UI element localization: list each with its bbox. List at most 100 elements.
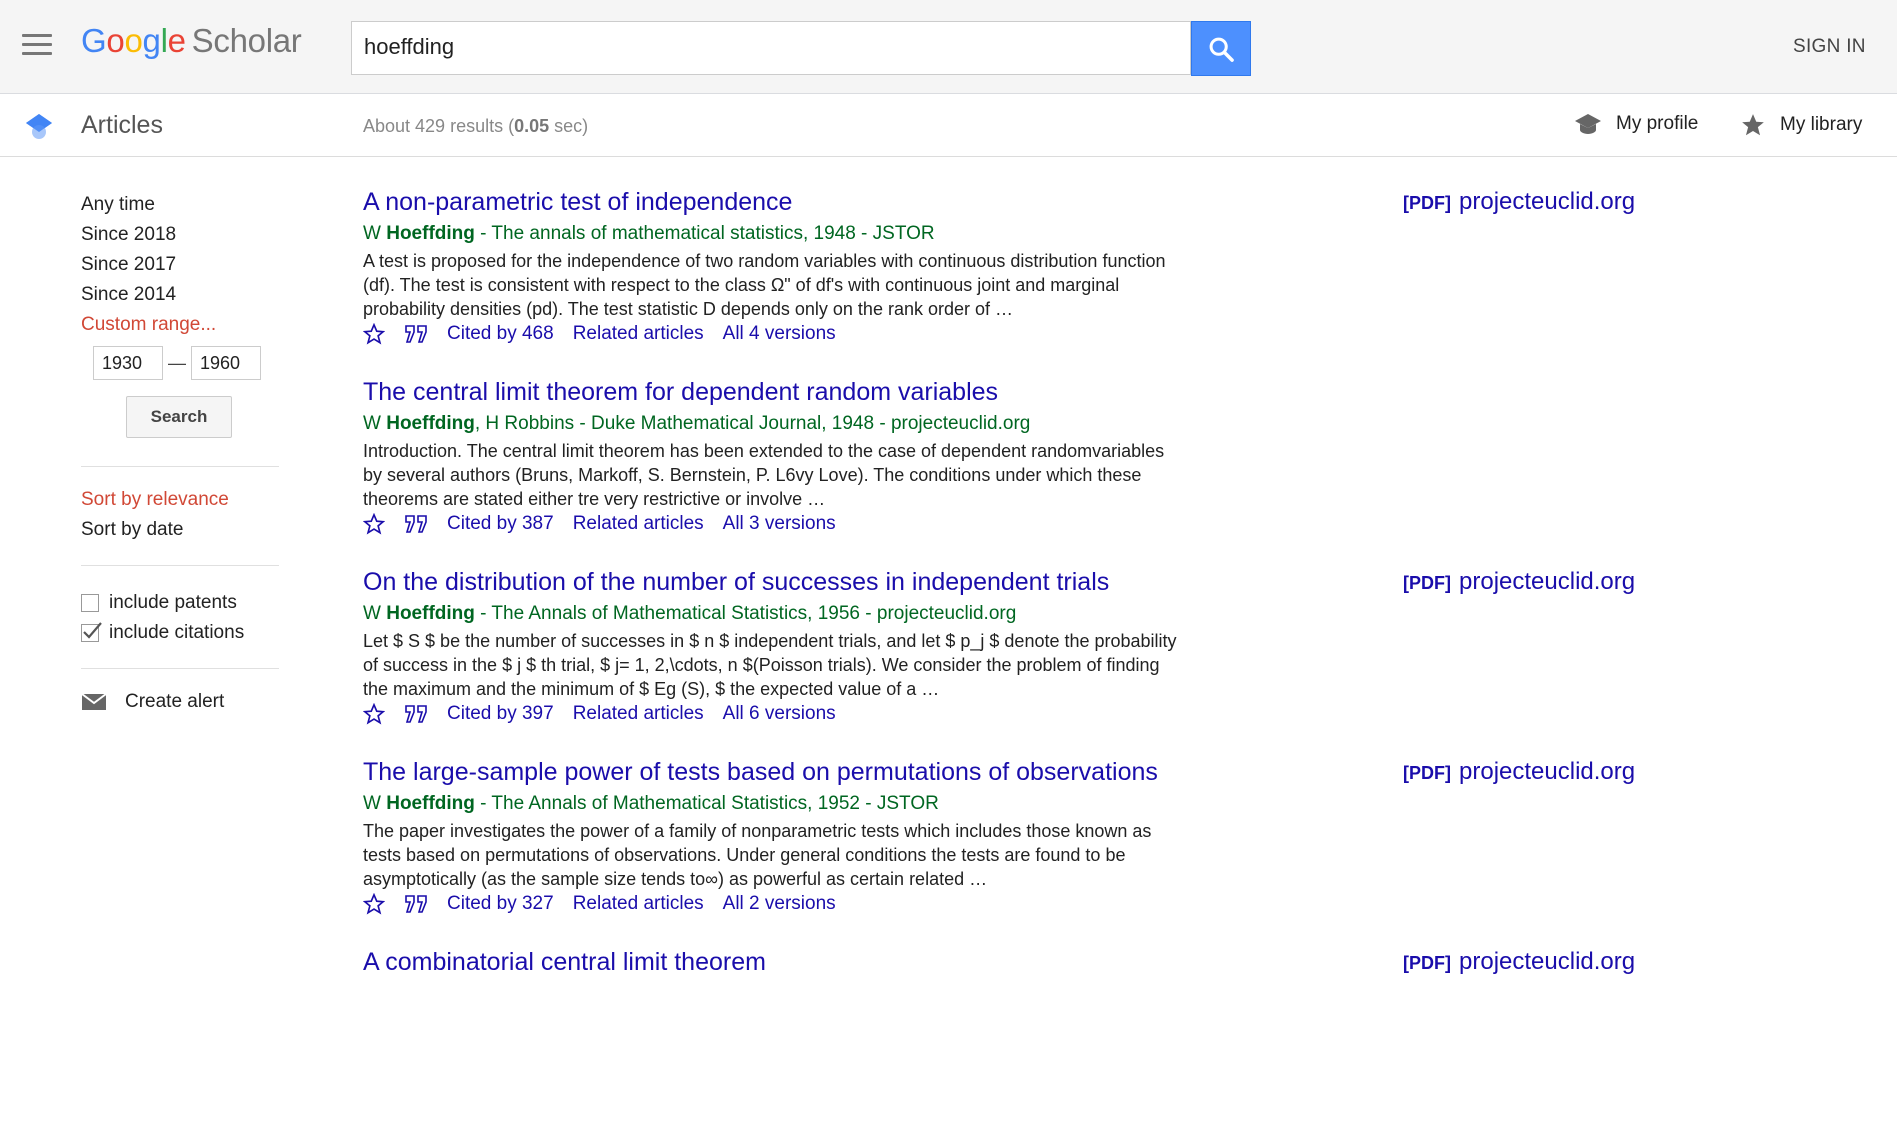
my-library-link[interactable]: My library (1740, 112, 1862, 138)
save-star-button[interactable] (363, 513, 385, 535)
save-star-button[interactable] (363, 893, 385, 915)
filter-since-2017[interactable]: Since 2017 (81, 250, 281, 280)
sidebar-divider (81, 668, 279, 669)
section-label-articles[interactable]: Articles (81, 111, 163, 140)
cite-button[interactable] (404, 894, 428, 914)
result-snippet: The paper investigates the power of a fa… (363, 821, 1152, 889)
pdf-source: projecteuclid.org (1459, 568, 1636, 595)
related-articles-link[interactable]: Related articles (573, 893, 704, 915)
cited-by-link[interactable]: Cited by 387 (447, 513, 554, 535)
result-item: The central limit theorem for dependent … (363, 378, 1663, 568)
all-versions-link[interactable]: All 6 versions (723, 703, 836, 725)
result-title-link[interactable]: A non-parametric test of independence (363, 188, 792, 217)
range-search-button[interactable]: Search (126, 396, 232, 438)
articles-cap-icon (26, 114, 52, 139)
cited-by-link[interactable]: Cited by 468 (447, 323, 554, 345)
pdf-link[interactable]: [PDF] projecteuclid.org (1403, 568, 1635, 596)
results-list: A non-parametric test of independence W … (363, 188, 1663, 1138)
include-patents-checkbox[interactable] (81, 594, 99, 612)
result-meta: W Hoeffding - The Annals of Mathematical… (363, 793, 1663, 815)
pdf-link[interactable]: [PDF] projecteuclid.org (1403, 948, 1635, 976)
result-title-link[interactable]: The large-sample power of tests based on… (363, 758, 1158, 787)
filter-custom-range[interactable]: Custom range... (81, 310, 281, 340)
result-title-link[interactable]: A combinatorial central limit theorem (363, 948, 766, 977)
quote-icon (405, 515, 427, 533)
result-item: A combinatorial central limit theorem [P… (363, 948, 1663, 1138)
result-title-link[interactable]: On the distribution of the number of suc… (363, 568, 1109, 597)
author-link[interactable]: Hoeffding (386, 413, 475, 434)
save-star-button[interactable] (363, 703, 385, 725)
sort-by-relevance[interactable]: Sort by relevance (81, 485, 281, 515)
search-button[interactable] (1191, 21, 1251, 76)
author-link[interactable]: Hoeffding (386, 603, 475, 624)
stats-time: 0.05 (514, 116, 550, 136)
stats-suffix: sec) (549, 116, 589, 136)
result-actions: Cited by 387 Related articles All 3 vers… (363, 513, 1663, 535)
custom-range-inputs: — (93, 346, 281, 380)
author-link[interactable]: Hoeffding (386, 793, 475, 814)
result-actions: Cited by 397 Related articles All 6 vers… (363, 703, 1663, 725)
filter-since-2014[interactable]: Since 2014 (81, 280, 281, 310)
cite-button[interactable] (404, 704, 428, 724)
cited-by-link[interactable]: Cited by 327 (447, 893, 554, 915)
my-profile-label: My profile (1616, 113, 1699, 134)
hamburger-menu-icon[interactable] (22, 34, 52, 58)
author-link[interactable]: Hoeffding (386, 223, 475, 244)
related-articles-link[interactable]: Related articles (573, 703, 704, 725)
meta-source: , H Robbins - Duke Mathematical Journal,… (474, 413, 1031, 434)
result-title-link[interactable]: The central limit theorem for dependent … (363, 378, 998, 407)
include-patents-option[interactable]: include patents (81, 588, 281, 618)
result-meta: W Hoeffding - The annals of mathematical… (363, 223, 1663, 245)
search-icon (1209, 37, 1234, 62)
star-filled-icon (1742, 114, 1764, 136)
cited-by-link[interactable]: Cited by 397 (447, 703, 554, 725)
search-input[interactable] (352, 22, 1176, 72)
stats-prefix: About 429 results ( (363, 116, 515, 136)
pdf-source: projecteuclid.org (1459, 948, 1636, 975)
create-alert-label: Create alert (125, 691, 225, 712)
sign-in-link[interactable]: SIGN IN (1793, 36, 1866, 58)
result-snippet: A test is proposed for the independence … (363, 251, 1166, 319)
related-articles-link[interactable]: Related articles (573, 513, 704, 535)
meta-source: - The Annals of Mathematical Statistics,… (474, 793, 939, 814)
sort-by-date[interactable]: Sort by date (81, 515, 281, 545)
checkmark-icon (83, 622, 102, 639)
pdf-tag: [PDF] (1403, 953, 1451, 973)
save-star-button[interactable] (363, 323, 385, 345)
quote-icon (405, 895, 427, 913)
sidebar-divider (81, 565, 279, 566)
pdf-link[interactable]: [PDF] projecteuclid.org (1403, 188, 1635, 216)
include-citations-option[interactable]: include citations (81, 618, 281, 648)
result-snippet: Introduction. The central limit theorem … (363, 441, 1165, 509)
my-library-label: My library (1780, 114, 1863, 135)
author-prefix: W (363, 413, 387, 434)
related-articles-link[interactable]: Related articles (573, 323, 704, 345)
cite-button[interactable] (404, 514, 428, 534)
google-scholar-logo[interactable]: Google Scholar (81, 22, 302, 60)
all-versions-link[interactable]: All 3 versions (723, 513, 836, 535)
envelope-icon (81, 693, 107, 710)
filter-any-time[interactable]: Any time (81, 190, 281, 220)
quote-icon (405, 325, 427, 343)
create-alert-link[interactable]: Create alert (81, 691, 281, 713)
range-from-input[interactable] (93, 346, 163, 380)
meta-source: - The annals of mathematical statistics,… (474, 223, 935, 244)
include-citations-checkbox[interactable] (81, 622, 102, 642)
cite-button[interactable] (404, 324, 428, 344)
result-actions: Cited by 468 Related articles All 4 vers… (363, 323, 1663, 345)
all-versions-link[interactable]: All 4 versions (723, 323, 836, 345)
pdf-tag: [PDF] (1403, 573, 1451, 593)
pdf-tag: [PDF] (1403, 193, 1451, 213)
all-versions-link[interactable]: All 2 versions (723, 893, 836, 915)
range-to-input[interactable] (191, 346, 261, 380)
quote-icon (405, 705, 427, 723)
result-meta: W Hoeffding, H Robbins - Duke Mathematic… (363, 413, 1663, 435)
include-patents-label: include patents (109, 592, 237, 613)
pdf-source: projecteuclid.org (1459, 188, 1636, 215)
range-dash: — (168, 352, 186, 373)
filter-since-2018[interactable]: Since 2018 (81, 220, 281, 250)
result-actions: Cited by 327 Related articles All 2 vers… (363, 893, 1663, 915)
my-profile-link[interactable]: My profile (1574, 112, 1698, 136)
search-box[interactable] (351, 21, 1191, 75)
pdf-link[interactable]: [PDF] projecteuclid.org (1403, 758, 1635, 786)
